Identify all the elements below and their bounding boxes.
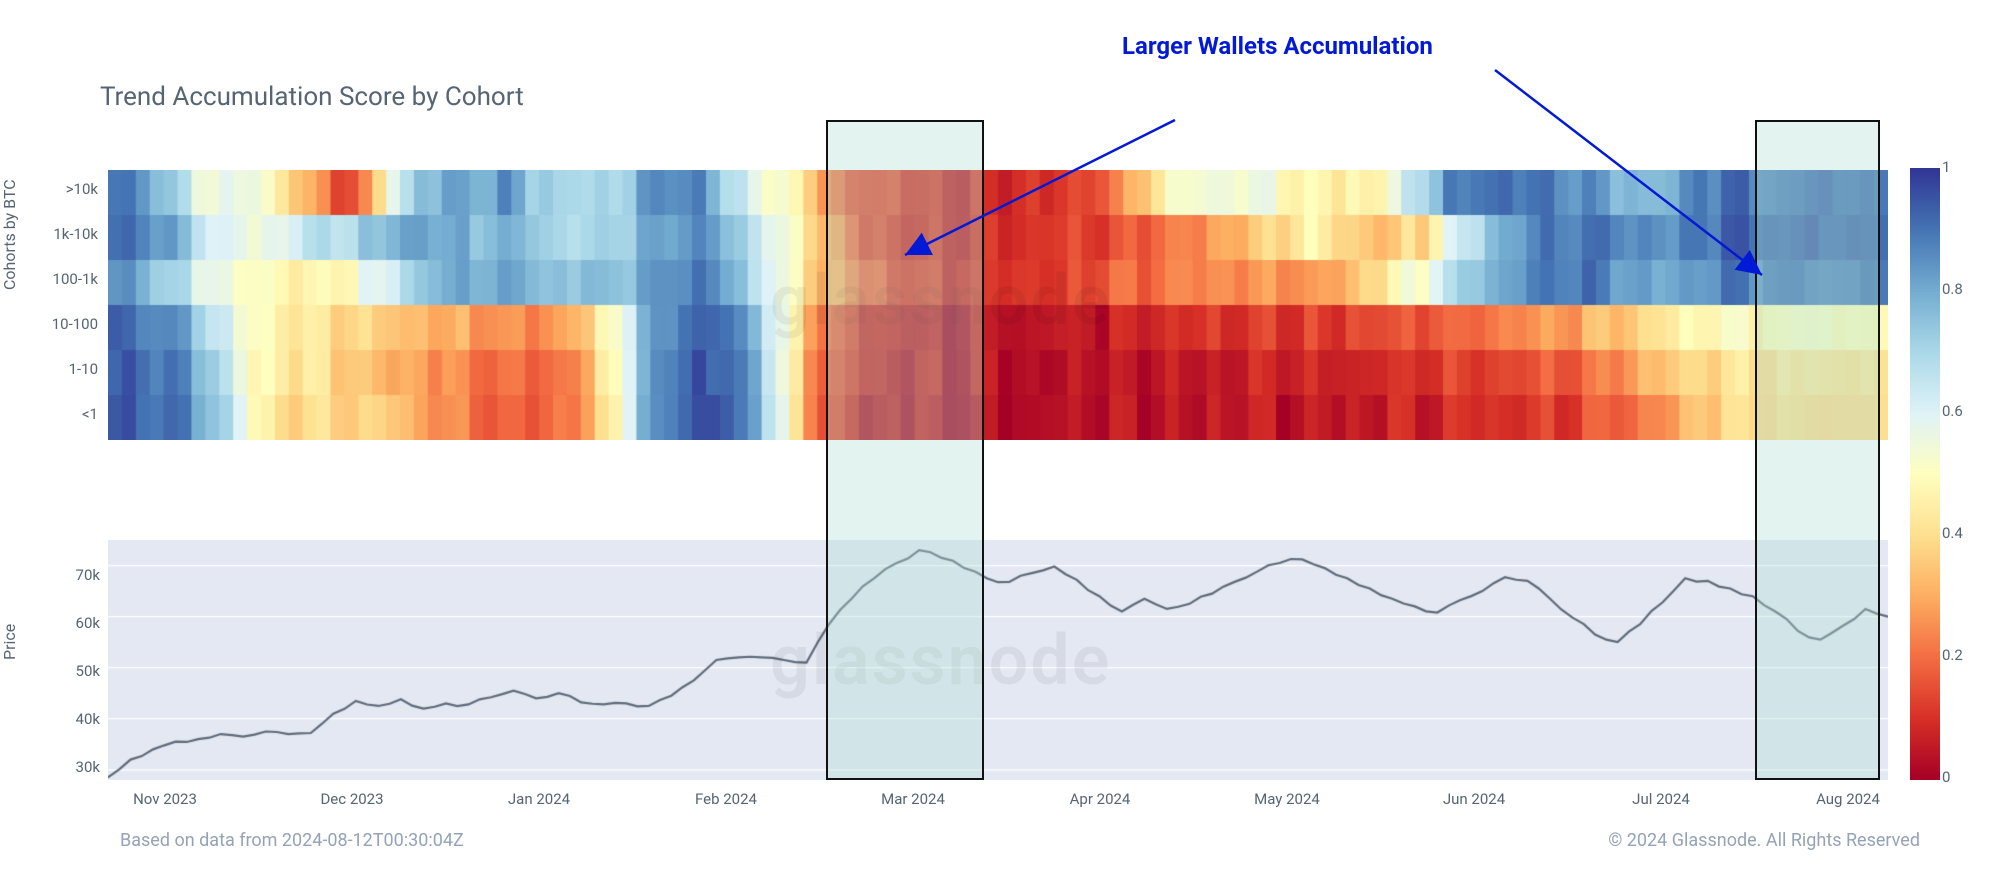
footer-data-source: Based on data from 2024-08-12T00:30:04Z [120, 830, 464, 851]
x-tick-6: May 2024 [1227, 790, 1347, 808]
heatmap-y-axis-label: Cohorts by BTC [0, 179, 19, 290]
price-ytick-2: 50k [40, 662, 100, 680]
annotation-label: Larger Wallets Accumulation [1122, 32, 1433, 60]
price-y-axis-label: Price [0, 624, 19, 660]
heatmap-ytick-0: >10k [28, 180, 98, 198]
colorbar-tick-2: 0.4 [1942, 524, 1982, 542]
heatmap-ytick-5: <1 [28, 405, 98, 423]
x-tick-0: Nov 2023 [105, 790, 225, 808]
x-tick-4: Mar 2024 [853, 790, 973, 808]
heatmap-ytick-3: 10-100 [28, 315, 98, 333]
highlight-box-1 [1755, 120, 1880, 780]
x-tick-7: Jun 2024 [1414, 790, 1534, 808]
heatmap-ytick-1: 1k-10k [28, 225, 98, 243]
x-tick-1: Dec 2023 [292, 790, 412, 808]
x-tick-2: Jan 2024 [479, 790, 599, 808]
price-ytick-4: 70k [40, 566, 100, 584]
heatmap-ytick-2: 100-1k [28, 270, 98, 288]
highlight-box-0 [826, 120, 984, 780]
footer-copyright: © 2024 Glassnode. All Rights Reserved [1608, 830, 1920, 851]
price-ytick-0: 30k [40, 758, 100, 776]
x-tick-8: Jul 2024 [1601, 790, 1721, 808]
chart-title: Trend Accumulation Score by Cohort [100, 82, 524, 112]
colorbar-tick-3: 0.6 [1942, 402, 1982, 420]
price-ytick-1: 40k [40, 710, 100, 728]
colorbar [1910, 168, 1940, 780]
price-ytick-3: 60k [40, 614, 100, 632]
colorbar-tick-5: 1 [1942, 158, 1982, 176]
colorbar-tick-1: 0.2 [1942, 646, 1982, 664]
colorbar-tick-4: 0.8 [1942, 280, 1982, 298]
x-tick-9: Aug 2024 [1788, 790, 1908, 808]
heatmap-ytick-4: 1-10 [28, 360, 98, 378]
x-tick-5: Apr 2024 [1040, 790, 1160, 808]
x-tick-3: Feb 2024 [666, 790, 786, 808]
colorbar-tick-0: 0 [1942, 768, 1982, 786]
